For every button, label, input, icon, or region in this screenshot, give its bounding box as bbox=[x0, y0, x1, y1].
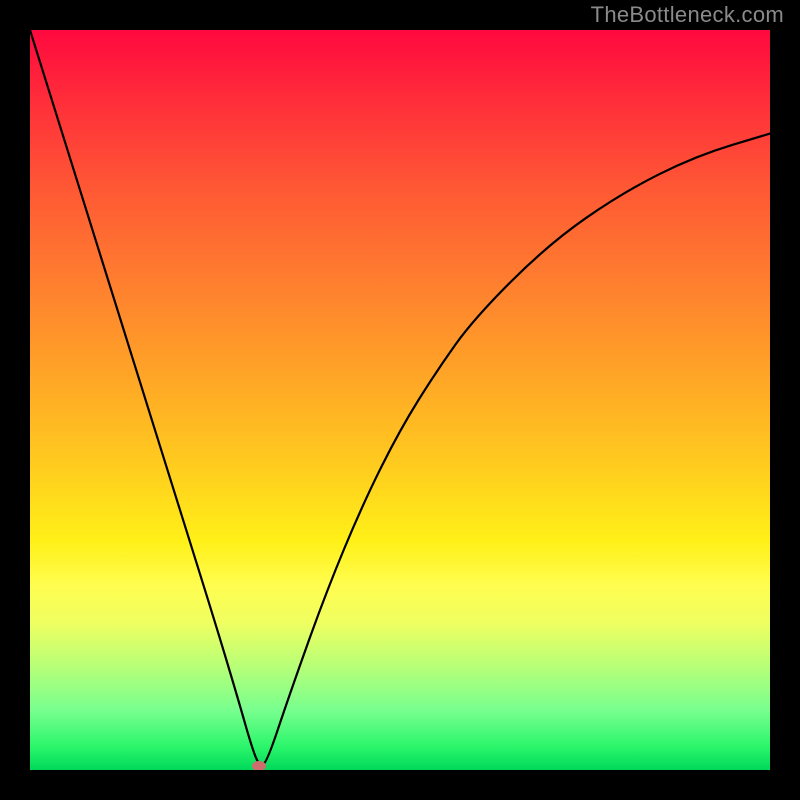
watermark-text: TheBottleneck.com bbox=[591, 2, 784, 28]
plot-area bbox=[30, 30, 770, 770]
minimum-marker-icon bbox=[252, 761, 266, 770]
bottleneck-curve bbox=[30, 30, 770, 770]
chart-container: TheBottleneck.com bbox=[0, 0, 800, 800]
